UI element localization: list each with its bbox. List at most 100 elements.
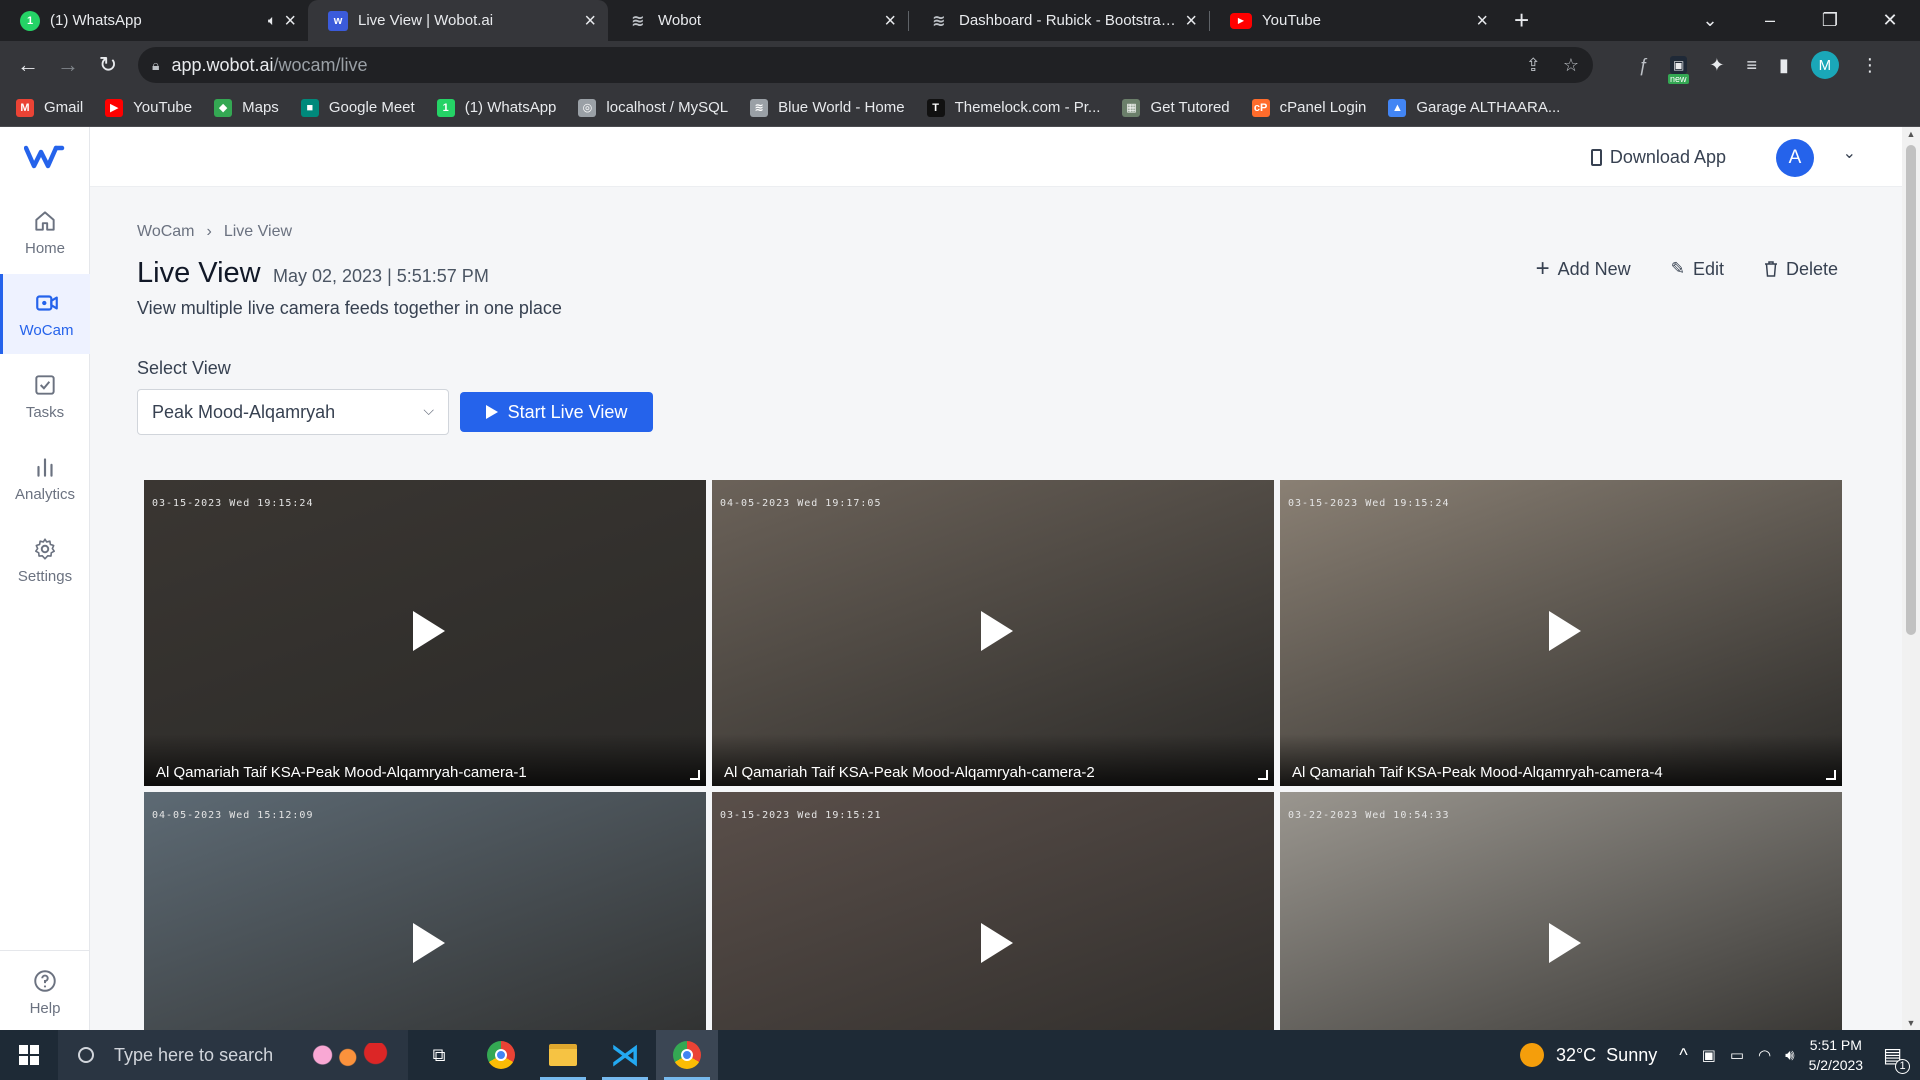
share-icon[interactable]: ⇪ bbox=[1526, 55, 1541, 76]
add-new-button[interactable]: + Add New bbox=[1536, 257, 1631, 281]
camera-feed-tile[interactable]: 03-15-2023 Wed 19:15:21 bbox=[712, 792, 1274, 1030]
bookmark-item[interactable]: ■ Google Meet bbox=[300, 98, 415, 117]
speaker-icon[interactable]: 🔈︎ bbox=[268, 12, 276, 29]
play-icon[interactable] bbox=[1549, 923, 1581, 963]
browser-tab-youtube[interactable]: ▶ YouTube × bbox=[1210, 0, 1500, 41]
bookmark-star-icon[interactable]: ☆ bbox=[1563, 55, 1579, 76]
weather-text[interactable]: 32°C Sunny bbox=[1556, 1045, 1657, 1066]
play-icon[interactable] bbox=[413, 611, 445, 651]
media-control-icon[interactable]: ≡ bbox=[1746, 55, 1757, 76]
taskbar-chrome[interactable] bbox=[470, 1030, 532, 1080]
user-avatar[interactable]: A bbox=[1776, 139, 1814, 177]
volume-icon[interactable]: 🔊︎ bbox=[1785, 1047, 1794, 1064]
play-icon[interactable] bbox=[413, 923, 445, 963]
task-view-button[interactable]: ⧉ bbox=[408, 1030, 470, 1080]
close-icon[interactable]: × bbox=[1185, 11, 1197, 31]
puzzle-icon[interactable]: ✦ bbox=[1709, 55, 1724, 76]
extension-new-icon[interactable]: ▣ new bbox=[1668, 56, 1689, 84]
bookmark-item[interactable]: M Gmail bbox=[16, 98, 83, 117]
fullscreen-icon[interactable] bbox=[690, 770, 700, 780]
taskbar-clock[interactable]: 5:51 PM 5/2/2023 bbox=[1809, 1035, 1864, 1075]
taskbar-file-explorer[interactable] bbox=[532, 1030, 594, 1080]
sidebar-item-analytics[interactable]: Analytics bbox=[0, 438, 90, 518]
close-icon[interactable]: × bbox=[284, 11, 296, 31]
sidebar-item-help[interactable]: Help bbox=[0, 952, 90, 1032]
scroll-down-arrow[interactable]: ▼ bbox=[1902, 1018, 1920, 1028]
meet-now-icon[interactable]: ▣ bbox=[1702, 1046, 1716, 1064]
tab-title: (1) WhatsApp bbox=[50, 12, 142, 29]
camera-name: Al Qamariah Taif KSA-Peak Mood-Alqamryah… bbox=[156, 764, 527, 781]
close-icon[interactable]: × bbox=[584, 11, 596, 31]
chevron-up-icon[interactable]: ^ bbox=[1679, 1045, 1687, 1066]
page-scrollbar[interactable]: ▲ ▼ bbox=[1902, 127, 1920, 1030]
taskbar-search[interactable]: Type here to search bbox=[58, 1030, 408, 1080]
bookmark-item[interactable]: ▦ Get Tutored bbox=[1122, 98, 1230, 117]
camera-feed-tile[interactable]: 03-15-2023 Wed 19:15:24 Al Qamariah Taif … bbox=[144, 480, 706, 786]
browser-tab-live-view[interactable]: w Live View | Wobot.ai × bbox=[308, 0, 608, 41]
start-live-view-button[interactable]: Start Live View bbox=[460, 392, 653, 432]
tab-search-icon[interactable]: ⌄ bbox=[1680, 10, 1740, 31]
bookmark-item[interactable]: T Themelock.com - Pr... bbox=[926, 98, 1100, 117]
profile-avatar[interactable]: M bbox=[1810, 51, 1839, 79]
edit-button[interactable]: ✎ Edit bbox=[1671, 257, 1724, 281]
browser-tab-wobot[interactable]: ≋ Wobot × bbox=[608, 0, 908, 41]
scrollbar-thumb[interactable] bbox=[1906, 145, 1916, 635]
play-icon[interactable] bbox=[981, 611, 1013, 651]
sidebar-item-label: Help bbox=[29, 999, 61, 1017]
weather-sun-icon[interactable] bbox=[1519, 1043, 1544, 1067]
delete-button[interactable]: Delete bbox=[1764, 257, 1838, 281]
camera-feed-tile[interactable]: 03-15-2023 Wed 19:15:24 Al Qamariah Taif … bbox=[1280, 480, 1842, 786]
bookmark-item[interactable]: ▶ YouTube bbox=[105, 98, 192, 117]
fullscreen-icon[interactable] bbox=[1258, 770, 1268, 780]
fullscreen-icon[interactable] bbox=[1826, 770, 1836, 780]
omnibox-actions: ⇪ ☆ bbox=[1526, 47, 1579, 83]
restore-button[interactable]: ❐ bbox=[1800, 10, 1860, 31]
sidebar-item-settings[interactable]: Settings bbox=[0, 520, 90, 600]
browser-tab-dashboard[interactable]: ≋ Dashboard - Rubick - Bootstrap H × bbox=[909, 0, 1209, 41]
menu-icon[interactable]: ⋮ bbox=[1861, 55, 1879, 76]
minimize-button[interactable]: – bbox=[1740, 10, 1800, 31]
close-window-button[interactable]: ✕ bbox=[1860, 10, 1920, 31]
camera-feed-tile[interactable]: 03-22-2023 Wed 10:54:33 bbox=[1280, 792, 1842, 1030]
battery-icon[interactable]: ▭ bbox=[1730, 1046, 1744, 1064]
download-app-button[interactable]: Download App bbox=[1590, 127, 1726, 187]
bookmark-item[interactable]: ◆ Maps bbox=[214, 98, 279, 117]
side-panel-icon[interactable]: ▮ bbox=[1779, 55, 1789, 76]
play-icon[interactable] bbox=[1549, 611, 1581, 651]
chevron-down-icon[interactable]: ⌄ bbox=[1843, 143, 1856, 163]
bookmark-item[interactable]: 1 (1) WhatsApp bbox=[436, 98, 556, 117]
bookmark-item[interactable]: cP cPanel Login bbox=[1251, 98, 1366, 117]
bookmark-item[interactable]: ≋ Blue World - Home bbox=[750, 98, 905, 117]
sidebar-item-wocam[interactable]: WoCam bbox=[0, 274, 90, 354]
close-icon[interactable]: × bbox=[1476, 11, 1488, 31]
close-icon[interactable]: × bbox=[884, 11, 896, 31]
taskbar-chrome-profile[interactable] bbox=[656, 1030, 718, 1080]
sidebar-item-home[interactable]: Home bbox=[0, 192, 90, 272]
bookmark-item[interactable]: ▲ Garage ALTHAARA... bbox=[1388, 98, 1560, 117]
browser-tab-whatsapp[interactable]: 1 (1) WhatsApp 🔈︎ × bbox=[0, 0, 308, 41]
camera-timestamp: 04-05-2023 Wed 15:12:09 bbox=[152, 810, 314, 821]
new-tab-button[interactable]: + bbox=[1500, 0, 1543, 41]
notifications-icon[interactable]: ▤ 1 bbox=[1883, 1043, 1910, 1074]
lock-icon[interactable]: 🔒︎ bbox=[152, 57, 159, 74]
windows-start-button[interactable] bbox=[0, 1030, 58, 1080]
taskbar-vscode[interactable]: ⋊ bbox=[594, 1030, 656, 1080]
camera-feed-tile[interactable]: 04-05-2023 Wed 19:17:05 Al Qamariah Taif … bbox=[712, 480, 1274, 786]
play-icon[interactable] bbox=[981, 923, 1013, 963]
address-bar[interactable]: 🔒︎ app.wobot.ai/wocam/live ⇪ ☆ bbox=[138, 47, 1593, 83]
scroll-up-arrow[interactable]: ▲ bbox=[1902, 129, 1920, 139]
windows-logo-icon bbox=[19, 1045, 39, 1065]
view-select[interactable]: Peak Mood-Alqamryah ⌵ bbox=[137, 389, 449, 435]
font-extension-icon[interactable]: ƒ bbox=[1638, 55, 1648, 76]
camera-feed-tile[interactable]: 04-05-2023 Wed 15:12:09 bbox=[144, 792, 706, 1030]
wobot-logo[interactable] bbox=[0, 127, 90, 187]
reload-button[interactable]: ↻ bbox=[88, 52, 128, 78]
camera-grid: 03-15-2023 Wed 19:15:24 Al Qamariah Taif … bbox=[144, 480, 1844, 1030]
bookmark-item[interactable]: ◎ localhost / MySQL bbox=[578, 98, 728, 117]
breadcrumb-wocam[interactable]: WoCam bbox=[137, 223, 195, 241]
forward-button[interactable]: → bbox=[48, 52, 88, 78]
back-button[interactable]: ← bbox=[8, 52, 48, 78]
sidebar-item-tasks[interactable]: Tasks bbox=[0, 356, 90, 436]
sidebar-item-label: Tasks bbox=[25, 403, 65, 421]
wifi-icon[interactable]: ◠ bbox=[1758, 1046, 1771, 1064]
